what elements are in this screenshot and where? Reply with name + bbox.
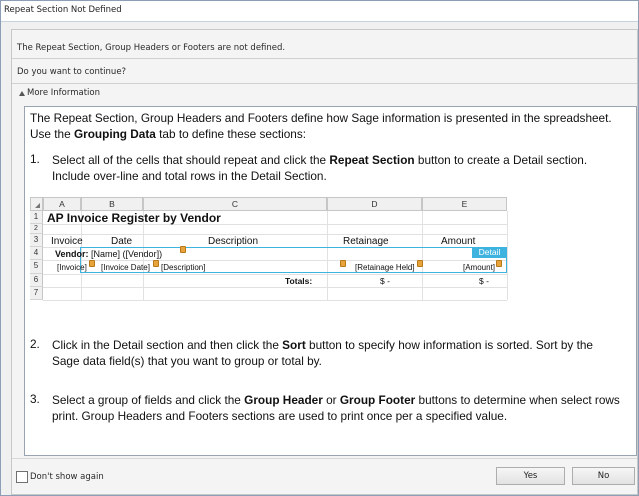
field-invoice-date: [Invoice Date] bbox=[101, 263, 150, 272]
grid-line bbox=[43, 287, 507, 288]
step-2-line-1: Click in the Detail section and then cli… bbox=[52, 338, 593, 352]
field-marker-icon bbox=[180, 246, 186, 253]
field-marker-icon bbox=[89, 260, 95, 267]
window-title: Repeat Section Not Defined bbox=[4, 5, 122, 15]
step-3-line-2: print. Group Headers and Footers section… bbox=[52, 409, 508, 423]
field-description: [Description] bbox=[161, 263, 206, 272]
select-all-corner-icon bbox=[30, 197, 43, 211]
dont-show-again-checkbox[interactable] bbox=[16, 471, 28, 483]
yes-button[interactable]: Yes bbox=[496, 467, 565, 485]
row-header: 4 bbox=[30, 247, 43, 260]
column-header: C bbox=[143, 197, 327, 211]
totals-retainage: $ - bbox=[380, 276, 390, 286]
vendor-cell: Vendor: [Name] ([Vendor]) bbox=[55, 249, 163, 259]
row-header: 1 bbox=[30, 211, 43, 224]
column-header: A bbox=[43, 197, 81, 211]
intro-line-1: The Repeat Section, Group Headers and Fo… bbox=[30, 111, 612, 125]
row-header: 5 bbox=[30, 260, 43, 274]
step-3-number: 3. bbox=[30, 392, 40, 406]
divider bbox=[12, 458, 637, 459]
intro-line-2: Use the Grouping Data tab to define thes… bbox=[30, 127, 307, 141]
step-2-number: 2. bbox=[30, 337, 40, 351]
field-amount: [Amount] bbox=[463, 263, 496, 272]
header-description: Description bbox=[208, 236, 259, 247]
more-information-toggle[interactable]: More Information bbox=[12, 85, 172, 101]
column-header: D bbox=[327, 197, 422, 211]
more-information-label: More Information bbox=[27, 88, 100, 98]
column-header: B bbox=[81, 197, 143, 211]
collapse-triangle-icon bbox=[19, 91, 25, 96]
step-1-line-1: Select all of the cells that should repe… bbox=[52, 153, 588, 167]
field-marker-icon bbox=[417, 260, 423, 267]
grid-line bbox=[43, 300, 507, 301]
step-1-number: 1. bbox=[30, 152, 40, 166]
question-text: Do you want to continue? bbox=[17, 67, 127, 77]
step-1-line-2: Include over-line and total rows in the … bbox=[52, 169, 327, 183]
row-header: 7 bbox=[30, 287, 43, 300]
header-date: Date bbox=[111, 236, 133, 247]
header-invoice: Invoice bbox=[51, 236, 83, 247]
dont-show-again-label: Don't show again bbox=[30, 472, 104, 482]
column-header: E bbox=[422, 197, 507, 211]
report-title: AP Invoice Register by Vendor bbox=[47, 211, 221, 225]
no-button[interactable]: No bbox=[572, 467, 635, 485]
field-marker-icon bbox=[340, 260, 346, 267]
divider bbox=[12, 58, 637, 59]
grid-line bbox=[43, 274, 507, 275]
detail-section-label: Detail bbox=[472, 247, 507, 258]
dialog-content: The Repeat Section, Group Headers or Foo… bbox=[11, 29, 638, 495]
spreadsheet-example: A B C D E 1 2 3 4 5 6 7 AP Invoice Regis… bbox=[25, 197, 508, 329]
information-panel: The Repeat Section, Group Headers and Fo… bbox=[24, 106, 637, 456]
header-amount: Amount bbox=[441, 236, 476, 247]
totals-label: Totals: bbox=[285, 276, 313, 286]
header-retainage: Retainage bbox=[343, 236, 389, 247]
field-marker-icon bbox=[496, 260, 502, 267]
field-retainage-held: [Retainage Held] bbox=[355, 263, 415, 272]
main-message: The Repeat Section, Group Headers or Foo… bbox=[17, 43, 286, 53]
grid-line bbox=[43, 234, 507, 235]
dialog-window: Repeat Section Not Defined The Repeat Se… bbox=[0, 0, 639, 496]
field-invoice: [Invoice] bbox=[57, 263, 87, 272]
divider bbox=[12, 83, 637, 84]
title-bar[interactable]: Repeat Section Not Defined bbox=[1, 1, 638, 22]
step-2-line-2: Sage data field(s) that you want to grou… bbox=[52, 354, 322, 368]
totals-amount: $ - bbox=[479, 276, 489, 286]
row-header: 3 bbox=[30, 234, 43, 247]
row-header: 2 bbox=[30, 224, 43, 234]
step-3-line-1: Select a group of fields and click the G… bbox=[52, 393, 620, 407]
row-header: 6 bbox=[30, 274, 43, 287]
field-marker-icon bbox=[153, 260, 159, 267]
grid-line bbox=[507, 211, 508, 300]
